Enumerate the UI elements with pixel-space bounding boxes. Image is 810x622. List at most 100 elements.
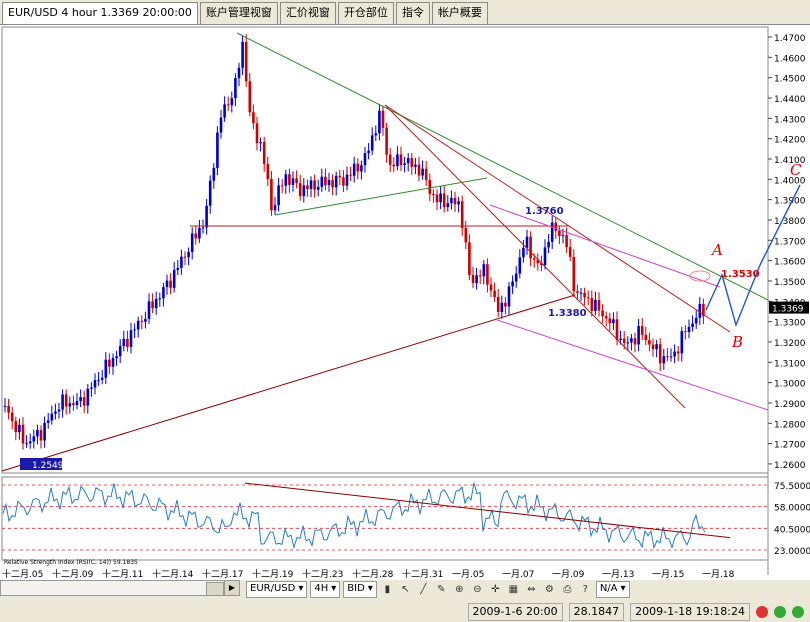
candle-body	[140, 320, 144, 322]
candle-body	[234, 78, 237, 99]
candle-body	[115, 356, 118, 358]
candle-body	[331, 179, 334, 188]
price-annotation-1: 1.3760	[525, 206, 564, 217]
price-chart-svg[interactable]: 1.47001.46001.45001.44001.43001.42001.41…	[0, 25, 810, 581]
trendline-red-1	[384, 104, 731, 333]
pen-icon[interactable]: ✎	[434, 582, 449, 597]
candle-body	[39, 429, 43, 441]
candle-body	[626, 342, 630, 344]
candle-body	[36, 429, 39, 437]
candle-body	[100, 377, 104, 380]
candle-body	[183, 256, 187, 258]
zoom-level-select[interactable]: N/A ▾	[595, 580, 630, 598]
candle-body	[219, 117, 223, 133]
candle-body	[378, 110, 381, 134]
wave-label-c: C	[790, 161, 802, 179]
candle-body	[187, 251, 190, 258]
candle-body	[255, 123, 259, 144]
time-tick-label: 一月.07	[502, 569, 534, 580]
tab-account-management[interactable]: 账户管理视窗	[199, 2, 278, 25]
candle-body	[212, 167, 216, 181]
candle-body	[381, 110, 385, 128]
candle-body	[291, 178, 295, 185]
help-icon[interactable]: ?	[578, 582, 593, 597]
candle-body	[388, 154, 392, 165]
price-side-select[interactable]: BID ▾	[343, 580, 377, 598]
chart-style-icon[interactable]: ▮	[380, 582, 395, 597]
candle-body	[644, 334, 648, 341]
candle-body	[468, 242, 471, 276]
feed-status-icon	[774, 606, 786, 618]
grid-icon[interactable]: ▦	[506, 582, 521, 597]
candle-body	[54, 411, 57, 414]
candle-body	[457, 201, 460, 205]
candle-body	[334, 175, 338, 188]
time-tick-label: 一月.18	[702, 569, 735, 580]
candle-body	[471, 275, 475, 284]
rsi-tick-label: 23.0000	[774, 547, 810, 557]
rsi-panel-frame	[1, 476, 769, 561]
crosshair-icon[interactable]: ✛	[488, 582, 503, 597]
trendline-long-support	[1, 294, 576, 472]
zoom-in-icon[interactable]: ⊕	[452, 582, 467, 597]
line-tool-icon[interactable]: ╱	[416, 582, 431, 597]
chart-scrollbar[interactable]: ▶	[0, 580, 240, 596]
candle-body	[32, 436, 36, 442]
rsi-trendline	[244, 482, 731, 539]
candle-body	[489, 284, 493, 291]
price-tick-label: 1.3300	[774, 319, 806, 329]
candle-body	[349, 174, 352, 176]
fit-icon[interactable]: ⇔	[524, 582, 539, 597]
chart-area[interactable]: 1.4700 1.4600 1.4500 1.4400 1.4300 1.4200 1.41…	[0, 24, 810, 581]
chevron-down-icon: ▾	[331, 583, 337, 594]
candle-body	[590, 298, 594, 311]
candle-body	[619, 338, 622, 340]
candle-body	[122, 338, 126, 347]
candle-body	[313, 180, 316, 190]
candle-body	[403, 163, 406, 166]
candle-body	[655, 344, 658, 350]
print-icon[interactable]: ⎙	[560, 582, 575, 597]
candle-body	[111, 357, 115, 367]
candle-body	[453, 197, 457, 205]
candle-body	[691, 323, 694, 327]
candle-body	[360, 165, 363, 172]
rsi-indicator-label: Relative Strength Index (RSI(C, 14)) 59.…	[4, 559, 138, 566]
settings-icon[interactable]: ⚙	[542, 582, 557, 597]
price-tick-label: 1.3600	[774, 258, 806, 268]
candle-body	[496, 297, 500, 313]
candle-body	[162, 287, 165, 299]
symbol-select[interactable]: EUR/USD ▾	[246, 580, 308, 598]
tab-quotes[interactable]: 汇价视窗	[279, 2, 336, 25]
candle-body	[352, 163, 356, 176]
candle-body	[46, 420, 50, 423]
price-tick-label: 1.3200	[774, 339, 806, 349]
candle-body	[568, 247, 572, 257]
cursor-icon[interactable]: ↖	[398, 582, 413, 597]
time-tick-label: 十二月.17	[202, 568, 243, 580]
tab-eurusd-chart[interactable]: EUR/USD 4 hour 1.3369 20:00:00	[2, 2, 198, 25]
candle-body	[154, 298, 158, 309]
timeframe-select[interactable]: 4H ▾	[310, 580, 341, 598]
price-tick-label: 1.4500	[774, 75, 806, 85]
rsi-line	[2, 482, 706, 550]
candle-body	[532, 258, 536, 260]
candle-body	[118, 346, 122, 357]
candle-body	[475, 275, 478, 284]
candle-body	[662, 356, 666, 364]
zoom-out-icon[interactable]: ⊖	[470, 582, 485, 597]
tab-orders[interactable]: 指令	[395, 2, 430, 25]
candle-body	[648, 340, 651, 345]
candle-body	[7, 405, 10, 413]
scroll-right-icon[interactable]: ▶	[224, 581, 239, 595]
time-tick-label: 一月.15	[652, 569, 684, 580]
scrollbar-thumb[interactable]	[206, 582, 224, 596]
candle-body	[507, 286, 511, 307]
candle-body	[237, 67, 241, 79]
candle-body	[399, 154, 403, 166]
tab-account-summary[interactable]: 帐户概要	[431, 2, 488, 25]
tab-open-positions[interactable]: 开仓部位	[337, 2, 394, 25]
candle-body	[637, 326, 640, 345]
time-tick-label: 十二月.05	[2, 568, 43, 580]
price-tick-label: 1.3700	[774, 237, 806, 247]
